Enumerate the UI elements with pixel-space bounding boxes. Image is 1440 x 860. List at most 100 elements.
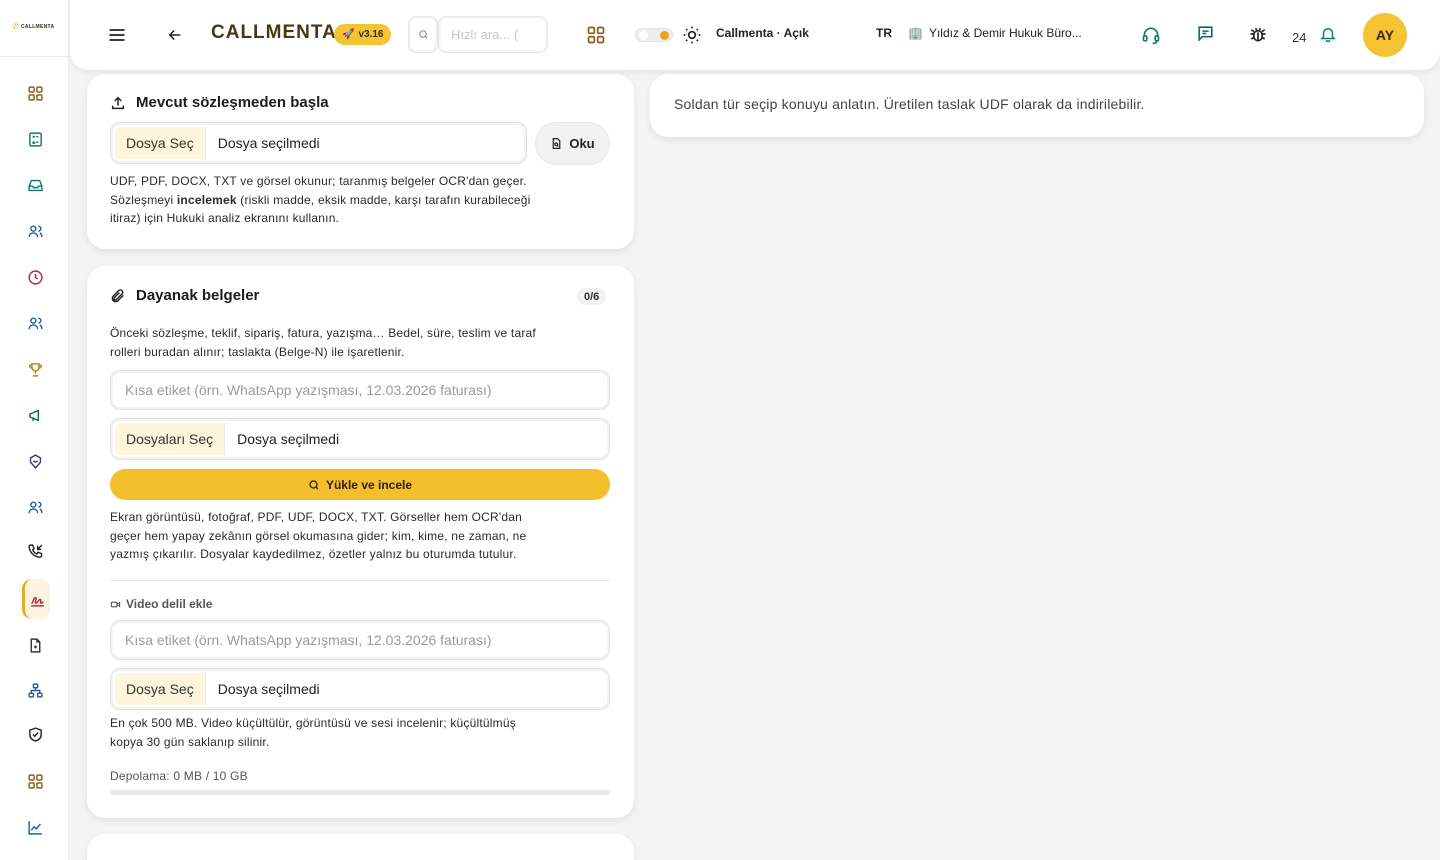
preview-hint: Soldan tür seçip konuyu anlatın. Üretile… bbox=[674, 96, 1145, 112]
notification-count: 24 bbox=[1292, 30, 1307, 45]
upload-note: Ekran görüntüsü, fotoğraf, PDF, UDF, DOC… bbox=[110, 508, 610, 564]
version-label: v3.16 bbox=[358, 29, 384, 40]
toggle-knob-off bbox=[639, 31, 648, 40]
message-icon bbox=[1197, 25, 1213, 42]
sidebar-item-apps[interactable] bbox=[22, 768, 48, 794]
storage-usage-text: Depolama: 0 MB / 10 GB bbox=[110, 769, 248, 783]
megaphone-icon bbox=[28, 408, 39, 422]
theme-mode-button[interactable] bbox=[681, 24, 703, 46]
sidebar-item-calls[interactable] bbox=[22, 538, 48, 564]
search-button[interactable] bbox=[408, 16, 438, 53]
hamburger-icon bbox=[109, 29, 125, 41]
sidebar-item-achievements[interactable] bbox=[22, 356, 48, 382]
chosen-file-name: Dosya seçilmedi bbox=[217, 135, 320, 151]
bug-report-button[interactable] bbox=[1247, 23, 1269, 45]
read-button-label: Oku bbox=[569, 136, 595, 151]
desc-line: UDF, PDF, DOCX, TXT ve görsel okunur; ta… bbox=[110, 174, 527, 188]
menu-button[interactable] bbox=[106, 24, 128, 46]
sidebar-item-contacts[interactable] bbox=[22, 494, 48, 520]
existing-contract-title-text: Mevcut sözleşmeden başla bbox=[136, 94, 329, 111]
sidebar-item-ai[interactable] bbox=[22, 448, 48, 474]
sidebar-item-organization[interactable] bbox=[22, 677, 48, 703]
user-avatar[interactable]: AY bbox=[1363, 13, 1407, 57]
supporting-docs-title: Dayanak belgeler bbox=[110, 287, 259, 304]
choose-files-button[interactable]: Dosyaları Seç bbox=[115, 423, 226, 455]
arrow-left-icon bbox=[168, 29, 181, 41]
documents-file-input[interactable]: Dosyaları Seç Dosya seçilmedi bbox=[110, 418, 610, 460]
upload-icon bbox=[111, 96, 125, 109]
video-note: En çok 500 MB. Video küçültülür, görüntü… bbox=[110, 714, 610, 751]
support-button[interactable] bbox=[1140, 24, 1162, 46]
users-icon bbox=[27, 500, 43, 513]
video-label-input[interactable]: Kısa etiket (örn. WhatsApp yazışması, 12… bbox=[110, 620, 610, 660]
sidebar-item-team[interactable] bbox=[22, 310, 48, 336]
network-icon bbox=[27, 682, 43, 698]
grid-icon bbox=[27, 85, 43, 101]
section-divider bbox=[110, 580, 610, 581]
sidebar-item-clients[interactable] bbox=[22, 218, 48, 244]
notifications-button[interactable] bbox=[1317, 23, 1339, 45]
sidebar-item-calculator[interactable] bbox=[22, 126, 48, 152]
sun-icon bbox=[683, 26, 701, 44]
sidebar-item-inbox[interactable] bbox=[22, 172, 48, 198]
desc-line: Sözleşmeyi incelemek (riskli madde, eksi… bbox=[110, 191, 610, 210]
choose-file-button[interactable]: Dosya Seç bbox=[115, 127, 206, 159]
sidebar: ✆ CALLMENTA bbox=[0, 0, 69, 860]
video-evidence-heading: Video delil ekle bbox=[110, 597, 212, 611]
apps-button[interactable] bbox=[585, 24, 607, 46]
desc-line: rolleri buradan alınır; taslakta (Belge-… bbox=[110, 344, 405, 359]
grid-icon bbox=[587, 26, 605, 44]
messages-button[interactable] bbox=[1194, 22, 1216, 44]
upload-button-label: Yükle ve incele bbox=[325, 477, 413, 492]
version-badge: 🚀 v3.16 bbox=[334, 24, 392, 45]
contract-file-input[interactable]: Dosya Seç Dosya seçilmedi bbox=[110, 122, 527, 164]
paperclip-icon bbox=[111, 288, 124, 302]
brand-title[interactable]: CALLMENTA bbox=[211, 22, 337, 44]
storage-usage-bar bbox=[110, 790, 610, 795]
sidebar-item-dashboard[interactable] bbox=[22, 80, 48, 106]
read-button[interactable]: Oku bbox=[535, 122, 610, 165]
existing-contract-title: Mevcut sözleşmeden başla bbox=[110, 94, 329, 111]
sidebar-item-contracts[interactable] bbox=[22, 579, 50, 619]
chosen-video-name: Dosya seçilmedi bbox=[217, 681, 320, 697]
sidebar-item-history[interactable] bbox=[22, 264, 48, 290]
logo-mark-icon: ✆ bbox=[12, 22, 20, 31]
users-icon bbox=[27, 224, 43, 237]
document-label-input[interactable]: Kısa etiket (örn. WhatsApp yazışması, 12… bbox=[110, 370, 610, 410]
sidebar-item-documents[interactable] bbox=[22, 632, 48, 658]
firm-selector[interactable]: 🏢 Yıldız & Demir Hukuk Büro... bbox=[908, 26, 1082, 40]
video-icon bbox=[110, 601, 121, 607]
note-line: Ekran görüntüsü, fotoğraf, PDF, UDF, DOC… bbox=[110, 510, 523, 524]
sidebar-item-reports[interactable] bbox=[22, 814, 48, 840]
upload-and-review-button[interactable]: Yükle ve incele bbox=[110, 469, 610, 500]
analyze-emphasis: incelemek bbox=[176, 192, 237, 207]
building-icon: 🏢 bbox=[908, 26, 923, 40]
clock-icon bbox=[27, 269, 43, 285]
sidebar-item-campaigns[interactable] bbox=[22, 402, 48, 428]
theme-toggle[interactable] bbox=[635, 28, 673, 42]
language-selector[interactable]: TR bbox=[876, 26, 892, 40]
note-line: kopya 30 gün saklanıp silinir. bbox=[110, 734, 270, 749]
video-file-input[interactable]: Dosya Seç Dosya seçilmedi bbox=[110, 668, 610, 710]
back-button[interactable] bbox=[164, 24, 186, 46]
desc-text: Sözleşmeyi bbox=[110, 192, 177, 207]
shield-icon bbox=[28, 726, 42, 742]
sidebar-divider bbox=[0, 56, 69, 57]
trophy-icon bbox=[28, 362, 42, 377]
chart-line-icon bbox=[27, 820, 42, 835]
quick-search-input[interactable]: Hızlı ara... ( bbox=[438, 16, 548, 53]
choose-video-button[interactable]: Dosya Seç bbox=[115, 673, 206, 705]
desc-text: (riskli madde, eksik madde, karşı tarafı… bbox=[236, 192, 531, 207]
phone-incoming-icon bbox=[27, 543, 42, 558]
calculator-icon bbox=[28, 131, 42, 147]
toggle-knob-on bbox=[660, 31, 669, 40]
supporting-docs-title-text: Dayanak belgeler bbox=[136, 287, 260, 304]
note-line: yazmış çıkarılır. Dosyalar kaydedilmez, … bbox=[110, 547, 517, 561]
inbox-icon bbox=[27, 179, 43, 191]
app-logo[interactable]: ✆ CALLMENTA bbox=[12, 22, 54, 31]
sidebar-item-security[interactable] bbox=[22, 721, 48, 747]
note-line: geçer hem yapay zekânın görsel okumasına… bbox=[110, 528, 527, 543]
bell-icon bbox=[1320, 28, 1336, 43]
desc-line: Önceki sözleşme, teklif, sipariş, fatura… bbox=[110, 326, 536, 340]
file-search-icon bbox=[552, 138, 561, 149]
